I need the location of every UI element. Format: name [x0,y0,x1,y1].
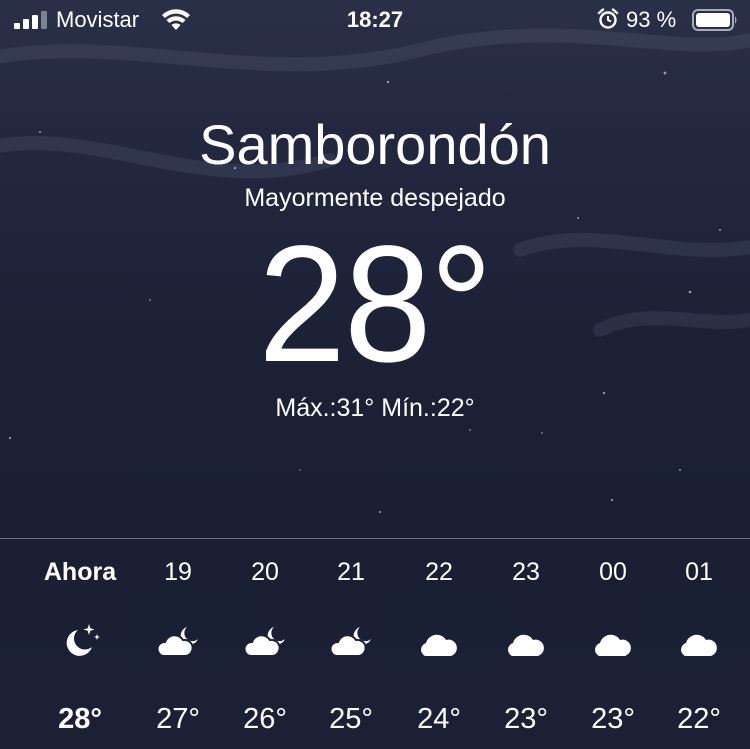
hour-label: 20 [251,558,279,586]
hourly-item-22: 22 24° [394,539,484,749]
hour-temperature: 24° [417,703,461,735]
hourly-item-now: Ahora 28° [35,539,125,749]
city-name: Samborondón [199,113,551,176]
hour-label: 22 [425,558,453,586]
cloud-icon [508,634,544,656]
hour-temperature: 22° [677,703,721,735]
hourly-item-01: 01 22° [654,539,744,749]
hourly-item-00: 00 23° [568,539,658,749]
status-bar: Movistar 18:27 93 % [0,0,750,40]
current-temperature: 28° [0,220,750,390]
cloud-moon-icon [329,627,371,657]
high-low-temperature: Máx.:31° Mín.:22° [275,394,475,422]
moon-stars-icon [66,624,100,656]
current-temperature-value: 28° [258,212,494,397]
cloud-icon [681,634,717,656]
hour-label: 21 [337,558,365,586]
battery-percent: 93 % [626,7,677,32]
hour-temperature: 28° [58,703,102,735]
hourly-item-21: 21 25° [306,539,396,749]
alarm-icon [597,8,619,29]
hour-label: 23 [512,558,540,586]
hour-temperature: 27° [156,703,200,735]
hour-temperature: 26° [243,703,287,735]
hour-label: 01 [685,558,713,586]
hourly-item-23: 23 23° [481,539,571,749]
hour-label: 00 [599,558,627,586]
condition-text: Mayormente despejado [244,184,506,212]
hour-label: Ahora [43,558,117,586]
hour-temperature: 23° [591,703,635,735]
hour-temperature: 25° [329,703,373,735]
cloud-moon-icon [156,627,198,657]
cloud-moon-icon [243,627,285,657]
hour-label: 19 [164,558,192,586]
cloud-icon [421,634,457,656]
hourly-item-19: 19 27° [133,539,223,749]
hourly-forecast[interactable]: Ahora 28° 19 27° 20 26° 21 25° 22 24° 23… [0,539,750,749]
weather-screen: Movistar 18:27 93 % Samborondón Mayormen… [0,0,750,749]
hour-temperature: 23° [504,703,548,735]
battery-icon [692,9,737,31]
hourly-item-20: 20 26° [220,539,310,749]
cloud-icon [595,634,631,656]
